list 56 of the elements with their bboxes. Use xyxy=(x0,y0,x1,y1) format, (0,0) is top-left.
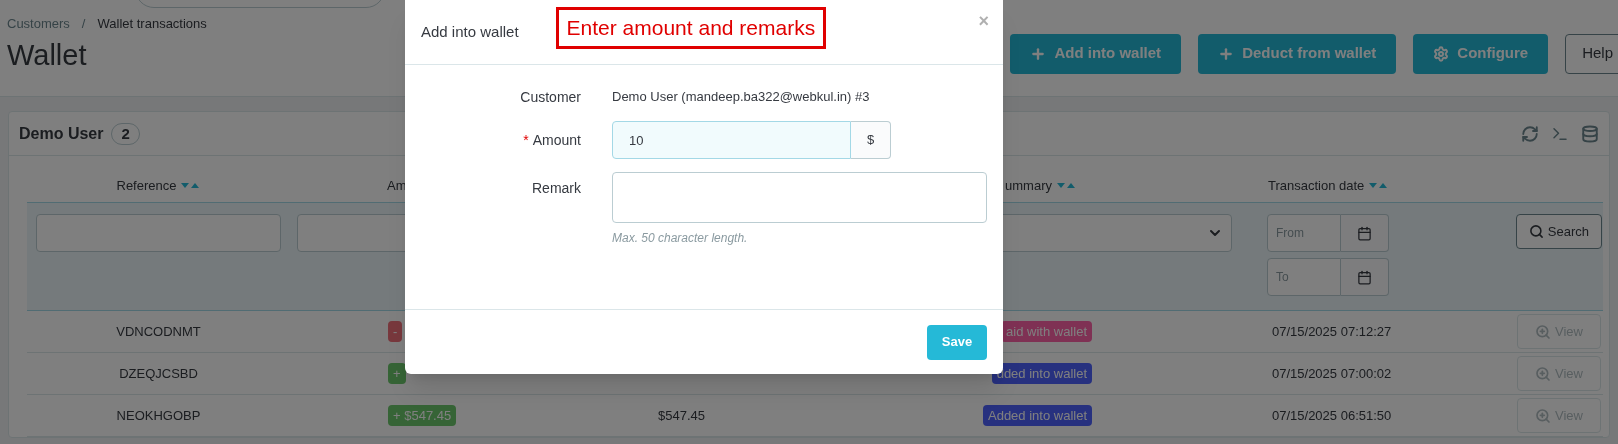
summary-badge: Added into wallet xyxy=(983,405,1092,426)
reference-cell: DZEQJCSBD xyxy=(119,365,198,381)
plus-icon xyxy=(1218,45,1235,62)
page-title: Wallet xyxy=(7,37,87,73)
toolbar-button[interactable]: Add into wallet xyxy=(1010,33,1182,74)
remark-field[interactable] xyxy=(612,172,987,223)
summary-badge: aid with wallet xyxy=(1001,321,1092,342)
calendar-icon[interactable] xyxy=(1357,225,1372,241)
sort-arrows-icon[interactable] xyxy=(1368,182,1389,190)
save-button[interactable]: Save xyxy=(927,324,987,360)
customer-value: Demo User (mandeep.ba322@webkul.in) #3 xyxy=(612,88,870,107)
plus-icon xyxy=(1030,45,1047,62)
amount-badge: + $547.45 xyxy=(388,405,457,426)
zoom-in-icon xyxy=(1535,407,1551,424)
amount-label: Amount xyxy=(532,131,581,148)
amount-badge: + xyxy=(388,363,406,384)
date-cell: 07/15/2025 06:51:50 xyxy=(1272,407,1392,423)
refresh-icon[interactable] xyxy=(1521,124,1539,143)
panel-title: Demo User xyxy=(19,123,104,144)
sort-arrows-icon[interactable] xyxy=(1056,182,1076,190)
toolbar-button[interactable]: Help xyxy=(1565,33,1618,74)
currency-addon: $ xyxy=(851,121,891,159)
breadcrumb-link[interactable]: Customers xyxy=(7,14,70,34)
column-header[interactable]: Transaction date xyxy=(1268,176,1389,196)
reference-cell: NEOKHGOBP xyxy=(116,407,201,423)
database-icon[interactable] xyxy=(1581,124,1599,143)
balance-cell: $547.45 xyxy=(658,407,705,423)
toolbar-button[interactable]: Deduct from wallet xyxy=(1198,33,1397,74)
search-button[interactable]: Search xyxy=(1515,214,1602,249)
customer-label: Customer xyxy=(520,88,581,105)
annotation-label: Enter amount and remarks xyxy=(555,7,827,49)
settings-icon xyxy=(1433,45,1450,62)
reference-cell: VDNCODNMT xyxy=(116,323,201,339)
close-button[interactable]: × xyxy=(978,12,989,30)
date-cell: 07/15/2025 07:12:27 xyxy=(1272,323,1392,339)
remark-help-text: Max. 50 character length. xyxy=(612,230,749,247)
date-field[interactable]: From xyxy=(1267,214,1341,252)
modal-title: Add into wallet xyxy=(421,21,519,42)
breadcrumb-separator: / xyxy=(80,15,87,33)
amount-field[interactable]: 10 xyxy=(612,121,851,159)
breadcrumb-current: Wallet transactions xyxy=(97,15,207,33)
column-header[interactable]: Reference xyxy=(116,176,201,196)
zoom-in-icon xyxy=(1535,365,1551,382)
required-mark: * xyxy=(523,131,529,148)
amount-badge: - xyxy=(388,321,403,342)
summary-badge: dded into wallet xyxy=(991,363,1092,384)
zoom-in-icon xyxy=(1535,323,1551,340)
remark-label: Remark xyxy=(532,180,581,196)
column-header[interactable]: ummary xyxy=(1005,176,1076,196)
toolbar-button[interactable]: Configure xyxy=(1413,33,1549,74)
reference-filter-field[interactable] xyxy=(36,214,281,252)
calendar-icon[interactable] xyxy=(1357,269,1372,285)
date-cell: 07/15/2025 07:00:02 xyxy=(1272,365,1392,381)
sort-arrows-icon[interactable] xyxy=(180,182,201,190)
search-icon xyxy=(1528,224,1544,239)
date-field[interactable]: To xyxy=(1267,258,1341,296)
